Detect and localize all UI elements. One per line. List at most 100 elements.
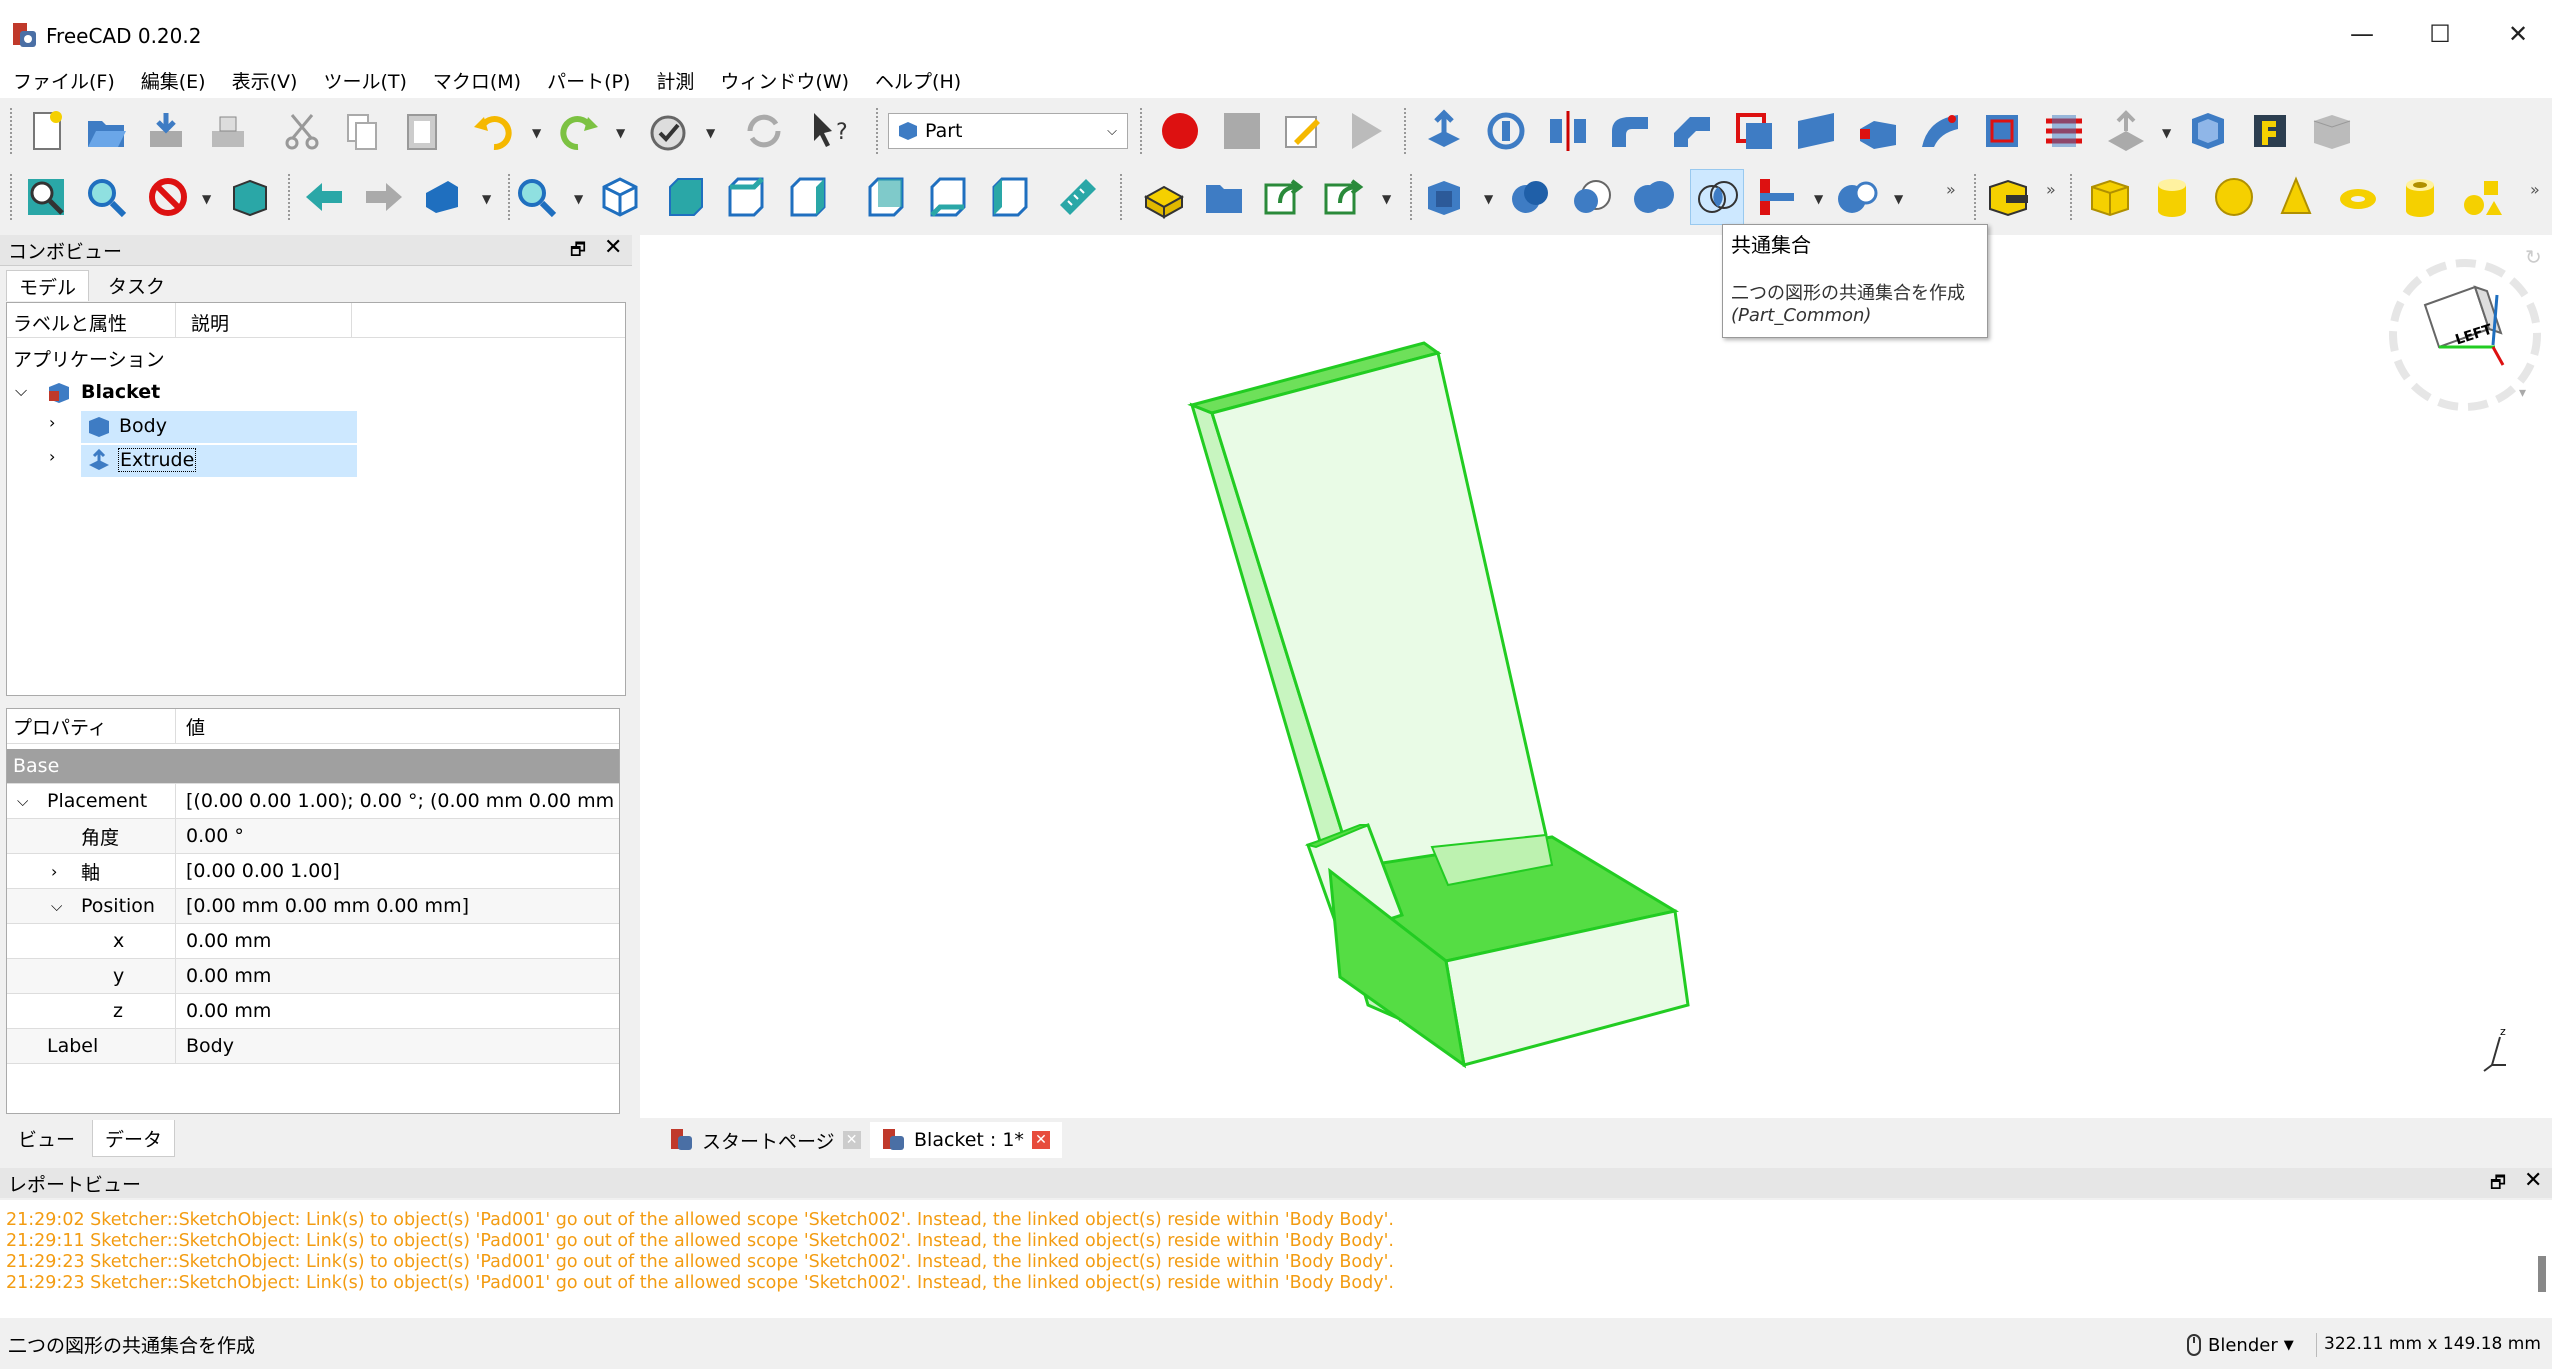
toolbar-grip[interactable]: [10, 174, 17, 220]
redo-icon[interactable]: [556, 109, 600, 153]
navcube-menu-icon[interactable]: ▾: [2519, 385, 2526, 401]
tree-item-blacket[interactable]: ⌵ Blacket: [7, 377, 357, 409]
copy-icon[interactable]: [340, 109, 384, 153]
property-value[interactable]: Body: [175, 1029, 620, 1063]
macro-run-icon[interactable]: [1344, 109, 1388, 153]
part-section-icon[interactable]: [1980, 109, 2024, 153]
tab-close-icon[interactable]: ✕: [842, 1131, 861, 1149]
part-primitives-icon[interactable]: [2460, 175, 2504, 219]
tree-item-extrude[interactable]: Extrude: [81, 445, 357, 477]
part-torus-icon[interactable]: [2336, 175, 2380, 219]
toolbar-grip[interactable]: [1120, 174, 1127, 220]
join-features-icon[interactable]: [1754, 175, 1798, 219]
toolbar-overflow-icon[interactable]: »: [1946, 180, 1956, 199]
save-as-icon[interactable]: [206, 109, 250, 153]
property-value[interactable]: [0.00 0.00 1.00]: [175, 854, 620, 888]
undo-icon[interactable]: [472, 109, 516, 153]
toolbar-grip[interactable]: [288, 174, 295, 220]
panel-close-icon[interactable]: ✕: [604, 235, 622, 260]
chevron-right-icon[interactable]: ›: [49, 413, 55, 432]
view-left-icon[interactable]: [988, 175, 1032, 219]
create-group-icon[interactable]: [1202, 175, 1246, 219]
save-icon[interactable]: [144, 109, 188, 153]
part-chamfer-icon[interactable]: [1670, 109, 1714, 153]
maximize-button[interactable]: ☐: [2410, 14, 2470, 54]
property-value[interactable]: 0.00 mm: [175, 924, 620, 958]
toolbar-grip[interactable]: [1140, 108, 1147, 154]
split-tools-icon[interactable]: [1836, 175, 1880, 219]
part-box-icon[interactable]: [2088, 175, 2132, 219]
property-value[interactable]: 0.00 mm: [175, 959, 620, 993]
toolbar-grip[interactable]: [2070, 174, 2077, 220]
property-value[interactable]: [0.00 mm 0.00 mm 0.00 mm]: [175, 889, 620, 923]
part-extrude-icon[interactable]: [1422, 109, 1466, 153]
chevron-down-icon[interactable]: ⌵: [15, 381, 27, 401]
refresh-check-icon[interactable]: [646, 109, 690, 153]
offset-dropdown-arrow[interactable]: ▼: [2162, 126, 2171, 140]
property-row-position[interactable]: ⌵ Position [0.00 mm 0.00 mm 0.00 mm]: [7, 889, 619, 924]
paste-icon[interactable]: [400, 109, 444, 153]
property-row-label[interactable]: Label Body: [7, 1029, 619, 1064]
compound-dropdown-arrow[interactable]: ▼: [1484, 192, 1493, 206]
refresh-dropdown-arrow[interactable]: ▼: [706, 126, 715, 140]
property-row-y[interactable]: y 0.00 mm: [7, 959, 619, 994]
chevron-right-icon[interactable]: ›: [51, 862, 57, 881]
tree-item-body[interactable]: Body: [81, 411, 357, 443]
view-rear-icon[interactable]: [864, 175, 908, 219]
part-sphere-icon[interactable]: [2212, 175, 2256, 219]
common-button-highlight[interactable]: [1690, 169, 1744, 225]
cut-icon[interactable]: [280, 109, 324, 153]
panel-close-icon[interactable]: ✕: [2524, 1168, 2542, 1193]
property-value[interactable]: 0.00 mm: [175, 994, 620, 1028]
part-sweep-icon[interactable]: [1918, 109, 1962, 153]
tab-task[interactable]: タスク: [96, 270, 177, 300]
tab-data[interactable]: データ: [92, 1120, 176, 1157]
part-fillet-icon[interactable]: [1608, 109, 1652, 153]
toolbar-grip[interactable]: [1404, 108, 1411, 154]
chevron-down-icon[interactable]: ⌵: [17, 792, 28, 810]
part-cross-sections-icon[interactable]: [2042, 109, 2086, 153]
property-row-placement[interactable]: ⌵ Placement [(0.00 0.00 1.00); 0.00 °; (…: [7, 784, 620, 819]
tab-model[interactable]: モデル: [6, 270, 90, 301]
tab-start-page[interactable]: スタートページ ✕: [658, 1122, 873, 1158]
part-projection-icon[interactable]: [2248, 109, 2292, 153]
make-sublink-icon[interactable]: [1322, 175, 1366, 219]
menu-measure[interactable]: 計測: [643, 67, 707, 94]
property-value[interactable]: [(0.00 0.00 1.00); 0.00 °; (0.00 mm 0.00…: [175, 784, 620, 818]
redo-dropdown-arrow[interactable]: ▼: [616, 126, 625, 140]
menu-tools[interactable]: ツール(T): [310, 67, 419, 94]
part-make-face-icon[interactable]: [1732, 109, 1776, 153]
macro-edit-icon[interactable]: [1282, 109, 1326, 153]
navcube-rotate-icon[interactable]: ↻: [2525, 245, 2542, 269]
toolbar-overflow-icon[interactable]: »: [2530, 180, 2540, 199]
open-folder-icon[interactable]: [84, 109, 128, 153]
recompute-icon[interactable]: [742, 109, 786, 153]
view-top-icon[interactable]: [724, 175, 768, 219]
boolean-icon[interactable]: [1508, 175, 1552, 219]
part-tube-icon[interactable]: [2398, 175, 2442, 219]
property-row-axis[interactable]: › 軸 [0.00 0.00 1.00]: [7, 854, 619, 889]
minimize-button[interactable]: —: [2332, 14, 2392, 54]
part-box-gray-icon[interactable]: [2310, 109, 2354, 153]
workbench-selector[interactable]: Part ⌵: [888, 113, 1128, 149]
part-revolve-icon[interactable]: [1484, 109, 1528, 153]
menu-edit[interactable]: 編集(E): [128, 67, 219, 94]
view-bottom-icon[interactable]: [926, 175, 970, 219]
menu-window[interactable]: ウィンドウ(W): [707, 67, 862, 94]
whats-this-icon[interactable]: ?: [808, 109, 852, 153]
tab-blacket[interactable]: Blacket : 1* ✕: [870, 1122, 1062, 1158]
chevron-right-icon[interactable]: ›: [49, 447, 55, 466]
view-front-icon[interactable]: [664, 175, 708, 219]
menu-help[interactable]: ヘルプ(H): [862, 67, 974, 94]
close-button[interactable]: ✕: [2488, 14, 2548, 54]
menu-macro[interactable]: マクロ(M): [420, 67, 534, 94]
3d-viewport[interactable]: LEFT ↻ ▾ z: [640, 235, 2552, 1118]
view-isometric-icon[interactable]: [598, 175, 642, 219]
measure-distance-icon[interactable]: [1056, 175, 1100, 219]
menu-part[interactable]: パート(P): [534, 67, 643, 94]
undock-icon[interactable]: 🗗: [2490, 1170, 2506, 1199]
part-mirror-icon[interactable]: [1546, 109, 1590, 153]
property-row-z[interactable]: z 0.00 mm: [7, 994, 619, 1029]
part-ruled-surface-icon[interactable]: [1794, 109, 1838, 153]
property-group-base[interactable]: Base: [7, 749, 619, 784]
